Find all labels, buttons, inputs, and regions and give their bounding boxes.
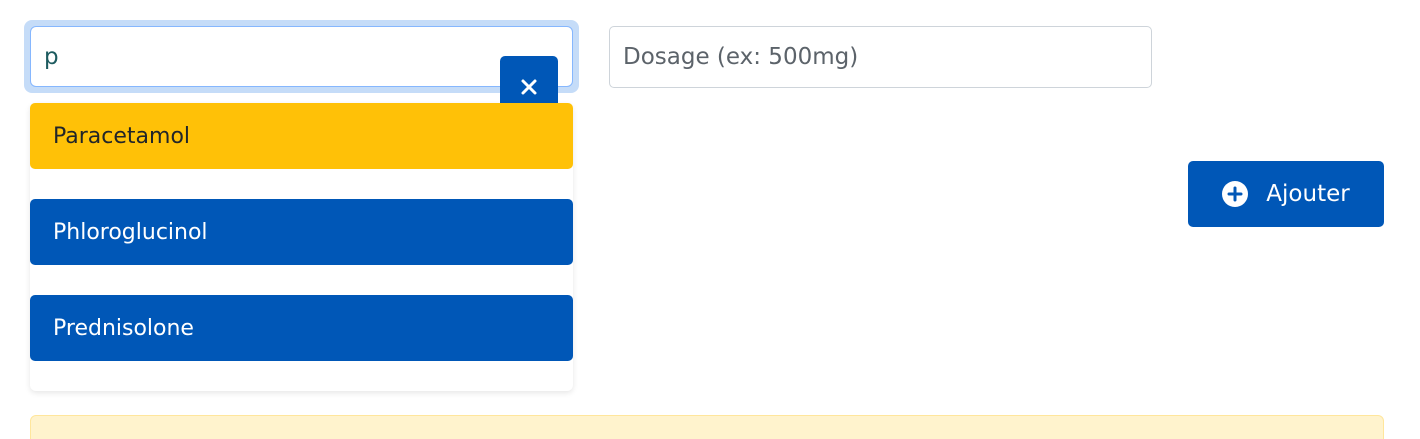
suggestion-item-phloroglucinol[interactable]: Phloroglucinol bbox=[30, 199, 573, 265]
suggestion-label: Paracetamol bbox=[53, 123, 191, 149]
alert-box bbox=[30, 415, 1384, 439]
add-button[interactable]: Ajouter bbox=[1188, 161, 1384, 227]
dosage-input[interactable] bbox=[609, 26, 1152, 88]
add-button-label: Ajouter bbox=[1266, 181, 1350, 207]
close-icon bbox=[521, 79, 537, 95]
suggestion-label: Phloroglucinol bbox=[53, 219, 208, 245]
search-focus-ring bbox=[24, 20, 579, 93]
suggestions-dropdown: Paracetamol Phloroglucinol Prednisolone bbox=[30, 103, 573, 391]
suggestion-item-paracetamol[interactable]: Paracetamol bbox=[30, 103, 573, 169]
suggestion-item-prednisolone[interactable]: Prednisolone bbox=[30, 295, 573, 361]
suggestion-label: Prednisolone bbox=[53, 315, 194, 341]
medication-search-input[interactable] bbox=[30, 26, 573, 87]
plus-circle-icon bbox=[1222, 181, 1249, 207]
medication-form: Paracetamol Phloroglucinol Prednisolone … bbox=[0, 0, 1420, 439]
